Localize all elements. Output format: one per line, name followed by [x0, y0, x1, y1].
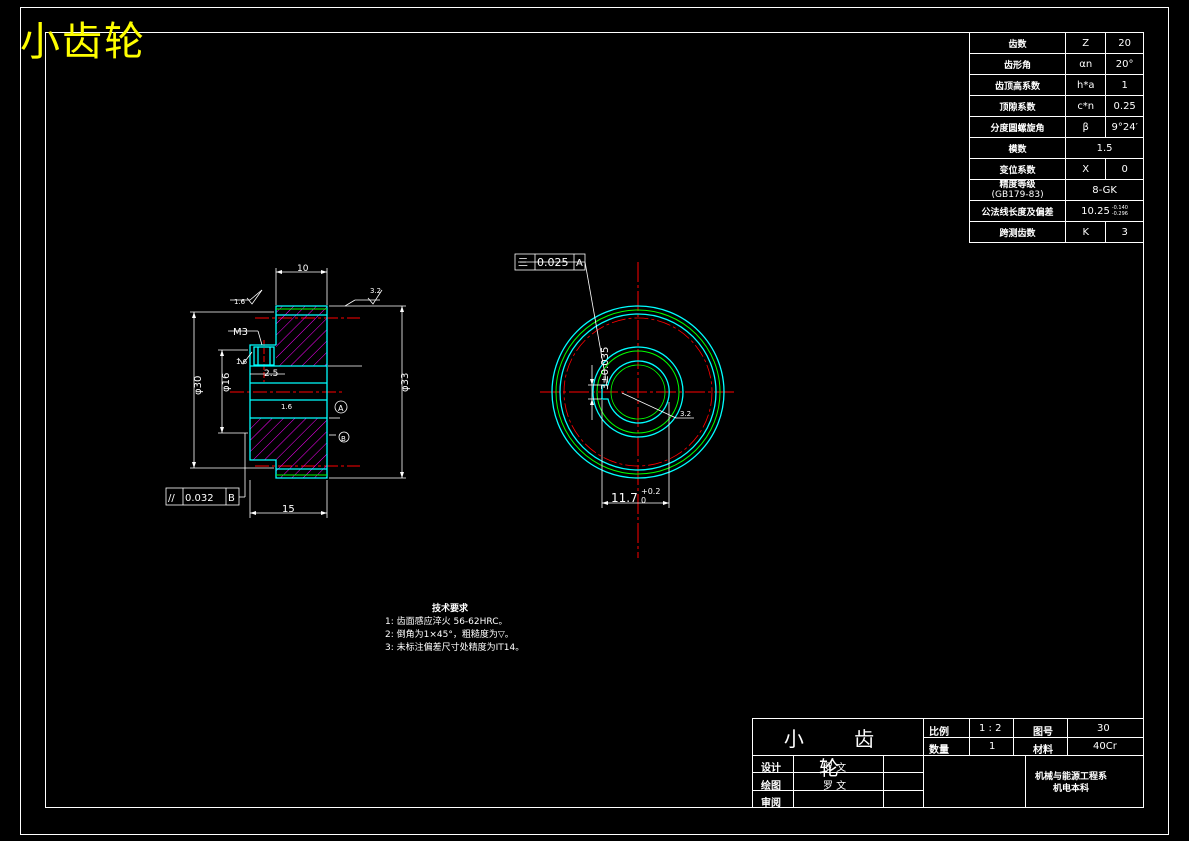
dim-2-5: 2.5 [264, 369, 278, 379]
roughness-3-2-bore: 3.2 [680, 410, 691, 418]
dim-dia-16: φ16 [221, 373, 232, 392]
svg-text:A: A [576, 258, 583, 269]
left-section-view: 10 15 φ30 φ16 φ33 M3 2.5 1.6 3.2 1.6 1.6… [165, 264, 411, 518]
svg-text://: // [168, 493, 175, 504]
svg-text:+0.2: +0.2 [641, 487, 660, 496]
dim-dia-30: φ30 [193, 376, 204, 395]
tech-req-line: 2: 倒角为1×45°，粗糙度为▽。 [385, 630, 514, 640]
dim-length-10: 10 [297, 264, 309, 274]
tech-req-line: 1: 齿面感应淬火 56-62HRC。 [385, 617, 508, 627]
svg-text:0.032: 0.032 [185, 493, 214, 504]
parallelism-tolerance-frame: // 0.032 B [165, 487, 240, 506]
tech-req-line: 3: 未标注偏差尺寸处精度为IT14。 [385, 643, 525, 653]
keyway-depth-dim: 11.7 [611, 491, 638, 505]
technical-requirements: 技术要求 1: 齿面感应淬火 56-62HRC。 2: 倒角为1×45°，粗糙度… [385, 603, 524, 655]
svg-text:0: 0 [641, 496, 646, 505]
right-front-view: 3±0.035 11.7 +0.2 0 3.2 三 0.025 A [514, 253, 736, 558]
tech-req-heading: 技术要求 [431, 604, 468, 614]
svg-text:三: 三 [518, 258, 528, 269]
title-block: 小 齿 轮 比例 1 : 2 图号 30 数量 1 材料 40Cr 设计 罗 文… [752, 718, 1144, 809]
svg-text:B: B [228, 493, 235, 504]
keyway-width-dim: 3±0.035 [600, 347, 611, 390]
roughness-1-6-b: 1.6 [281, 403, 293, 411]
svg-text:B: B [341, 435, 346, 443]
thread-m3: M3 [233, 327, 248, 338]
svg-text:0.025: 0.025 [537, 256, 569, 269]
svg-text:A: A [338, 404, 344, 413]
dim-length-15: 15 [282, 504, 295, 515]
dim-dia-33: φ33 [400, 373, 411, 392]
roughness-1-6-a: 1.6 [234, 298, 246, 306]
drawing-canvas: 10 15 φ30 φ16 φ33 M3 2.5 1.6 3.2 1.6 1.6… [165, 253, 736, 558]
